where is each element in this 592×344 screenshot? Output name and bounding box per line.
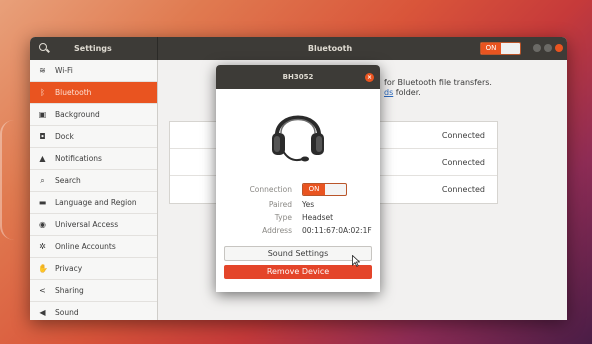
hand-icon: ✋ — [38, 264, 48, 273]
bell-icon: ▲ — [39, 154, 46, 163]
type-label: Type — [274, 213, 292, 222]
info-line-1: for Bluetooth file transfers. — [384, 78, 492, 87]
desktop-edge-decoration — [0, 120, 14, 240]
settings-title: Settings — [74, 44, 112, 53]
dialog-title-bar: BH3052 × — [216, 65, 380, 89]
sidebar-item-label: Bluetooth — [55, 88, 92, 97]
sidebar-item-label: Search — [55, 176, 81, 185]
sidebar-item-label: Notifications — [55, 154, 102, 163]
sidebar-item-wifi[interactable]: ≋ Wi-Fi — [30, 60, 157, 82]
sidebar-item-sharing[interactable]: < Sharing — [30, 280, 157, 302]
paired-label: Paired — [268, 200, 292, 209]
sidebar-item-bluetooth[interactable]: ᛒ Bluetooth — [30, 82, 157, 104]
sidebar-item-label: Sound — [55, 308, 79, 317]
paired-row: Paired Yes — [216, 200, 380, 213]
connection-label: Connection — [249, 185, 292, 194]
sidebar-item-label: Universal Access — [55, 220, 119, 229]
dock-icon: ◘ — [39, 132, 46, 141]
bluetooth-icon: ᛒ — [40, 88, 45, 97]
connection-toggle[interactable]: ON — [302, 183, 347, 196]
type-value: Headset — [302, 213, 334, 222]
sidebar-item-label: Privacy — [55, 264, 83, 273]
wifi-icon: ≋ — [39, 66, 46, 75]
background-icon: ▣ — [38, 110, 47, 119]
speaker-icon: ◀ — [39, 308, 46, 317]
sidebar-item-label: Sharing — [55, 286, 84, 295]
keyboard-icon: ▬ — [38, 198, 47, 207]
minimize-icon[interactable] — [533, 44, 541, 52]
address-label: Address — [262, 226, 292, 235]
sidebar-item-background[interactable]: ▣ Background — [30, 104, 157, 126]
sidebar-item-language-and-region[interactable]: ▬ Language and Region — [30, 192, 157, 214]
info-line-2-rest: folder. — [393, 88, 421, 97]
sidebar-item-online-accounts[interactable]: ✲ Online Accounts — [30, 236, 157, 258]
address-value: 00:11:67:0A:02:1F — [302, 226, 372, 235]
device-status: Connected — [441, 131, 485, 140]
sidebar-item-sound[interactable]: ◀ Sound — [30, 302, 157, 320]
device-status: Connected — [441, 158, 485, 167]
close-icon[interactable] — [555, 44, 563, 52]
maximize-icon[interactable] — [544, 44, 552, 52]
power-toggle-on-label: ON — [481, 43, 501, 54]
sidebar-item-label: Background — [55, 110, 100, 119]
sidebar: ≋ Wi-Fi ᛒ Bluetooth ▣ Background ◘ Dock ▲ Not… — [30, 60, 158, 320]
info-line-2: ds folder. — [384, 88, 492, 98]
sidebar-item-dock[interactable]: ◘ Dock — [30, 126, 157, 148]
accounts-icon: ✲ — [39, 242, 46, 251]
sidebar-item-label: Online Accounts — [55, 242, 116, 251]
title-bar: Settings Bluetooth ON — [30, 37, 567, 60]
accessibility-icon: ◉ — [39, 220, 46, 229]
sidebar-item-privacy[interactable]: ✋ Privacy — [30, 258, 157, 280]
device-info: Connection ON Paired Yes Type Headset Ad… — [216, 183, 380, 239]
dialog-close-icon[interactable]: × — [365, 73, 374, 82]
mouse-pointer-icon — [352, 255, 360, 267]
sidebar-item-notifications[interactable]: ▲ Notifications — [30, 148, 157, 170]
sidebar-item-label: Dock — [55, 132, 74, 141]
file-transfer-info: for Bluetooth file transfers. ds folder. — [384, 78, 492, 98]
remove-device-button[interactable]: Remove Device — [224, 265, 372, 279]
dialog-title: BH3052 — [282, 73, 314, 81]
sidebar-item-label: Wi-Fi — [55, 66, 73, 75]
search-icon[interactable] — [39, 43, 47, 51]
sidebar-item-label: Language and Region — [55, 198, 137, 207]
sidebar-header: Settings — [30, 37, 158, 60]
paired-value: Yes — [302, 200, 315, 209]
address-row: Address 00:11:67:0A:02:1F — [216, 226, 380, 239]
sound-settings-button[interactable]: Sound Settings — [224, 246, 372, 261]
headset-icon — [272, 115, 324, 162]
type-row: Type Headset — [216, 213, 380, 226]
search-icon: ⌕ — [40, 176, 45, 185]
connection-row: Connection ON — [216, 183, 380, 198]
connection-toggle-on-label: ON — [303, 184, 325, 195]
device-status: Connected — [441, 185, 485, 194]
panel-title: Bluetooth — [307, 44, 353, 53]
downloads-link[interactable]: ds — [384, 88, 393, 97]
bluetooth-power-toggle[interactable]: ON — [480, 42, 521, 55]
sidebar-item-universal-access[interactable]: ◉ Universal Access — [30, 214, 157, 236]
share-icon: < — [39, 286, 46, 295]
sidebar-item-search[interactable]: ⌕ Search — [30, 170, 157, 192]
